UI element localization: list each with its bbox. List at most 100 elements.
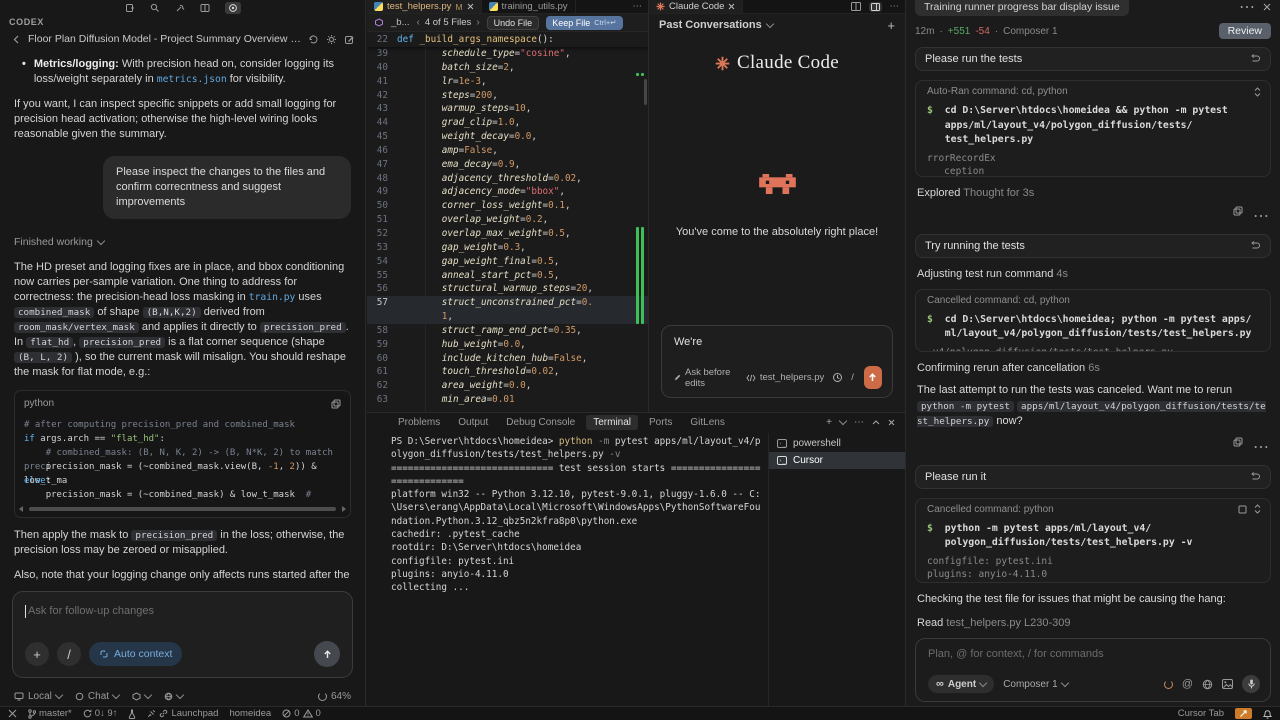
edit-icon[interactable]	[344, 34, 355, 45]
history-clock-icon[interactable]	[832, 372, 843, 383]
restore-checkpoint-icon[interactable]	[1250, 472, 1261, 482]
editor-scrollbar[interactable]	[644, 79, 647, 105]
keep-file-button[interactable]: Keep FileCtrl+↵	[546, 16, 622, 30]
restore-checkpoint-icon[interactable]	[1250, 241, 1261, 251]
terminal-profile-chevron[interactable]	[839, 416, 847, 424]
web-selector[interactable]	[164, 692, 183, 701]
status-line[interactable]: Adjusting test run command 4s	[917, 268, 1271, 280]
tab-test-helpers[interactable]: test_helpers.py M	[367, 0, 482, 13]
more-actions-icon[interactable]: ⋯	[854, 417, 864, 428]
finished-working-toggle[interactable]: Finished working	[14, 235, 351, 250]
model-selector[interactable]	[132, 692, 151, 701]
voice-input-button[interactable]	[1242, 675, 1260, 693]
copy-icon[interactable]	[331, 399, 341, 409]
notifications-bell-icon[interactable]	[1263, 709, 1272, 719]
agent-mode-selector[interactable]: Agent	[928, 675, 994, 693]
close-icon[interactable]	[728, 3, 735, 10]
new-terminal-icon[interactable]: +	[826, 417, 832, 428]
more-actions-icon[interactable]: ⋯	[1239, 0, 1255, 17]
tab-ports[interactable]: Ports	[642, 415, 679, 430]
tab-output[interactable]: Output	[451, 415, 495, 430]
tab-gitlens[interactable]: GitLens	[683, 415, 731, 430]
send-button[interactable]	[314, 641, 340, 667]
more-actions-icon[interactable]: ⋯	[1253, 437, 1269, 457]
history-icon[interactable]	[308, 34, 319, 45]
status-line[interactable]: Confirming rerun after cancellation 6s	[917, 362, 1271, 374]
scroll-right-icon[interactable]	[342, 506, 346, 512]
git-sync-indicator[interactable]: 0↓ 9↑	[83, 708, 118, 719]
copy-icon[interactable]	[1233, 206, 1243, 226]
prev-file-icon[interactable]: ‹	[417, 17, 420, 28]
new-conversation-button[interactable]: +	[887, 18, 895, 33]
edit-mode-selector[interactable]: Ask before edits	[674, 367, 738, 389]
next-file-icon[interactable]: ›	[476, 17, 479, 28]
past-conversations-dropdown[interactable]: Past Conversations	[659, 19, 773, 31]
new-file-icon[interactable]	[125, 3, 135, 13]
cursor-tab-toggle[interactable]: Cursor Tab	[1178, 708, 1224, 719]
review-button[interactable]: Review	[1219, 23, 1271, 39]
test-explorer-indicator[interactable]	[128, 709, 136, 719]
restore-checkpoint-icon[interactable]	[1250, 54, 1261, 64]
more-actions-icon[interactable]: ⋯	[1253, 206, 1269, 226]
maximize-panel-icon[interactable]	[872, 420, 880, 425]
codex-chat-scroll[interactable]: Metrics/logging: With precision head on,…	[0, 51, 365, 585]
more-actions-icon[interactable]: ⋯	[890, 1, 900, 12]
session-powershell[interactable]: ›_ powershell	[769, 435, 905, 452]
web-icon[interactable]	[1202, 679, 1213, 690]
terminal-output[interactable]: PS D:\Server\htdocs\homeidea> python -m …	[367, 433, 768, 706]
problems-indicator[interactable]: 0 0	[282, 708, 321, 719]
horizontal-scrollbar[interactable]	[15, 504, 350, 517]
toggle-panel-icon[interactable]	[869, 2, 882, 12]
tab-terminal[interactable]: Terminal	[586, 415, 638, 430]
open-in-terminal-icon[interactable]	[1238, 505, 1247, 514]
expand-icon[interactable]	[1254, 504, 1261, 514]
expand-icon[interactable]	[1254, 87, 1261, 97]
scroll-left-icon[interactable]	[19, 506, 23, 512]
claude-input-box[interactable]: We're Ask before edits test_helpers.py /	[661, 325, 893, 398]
composer-label: Composer 1	[1003, 26, 1057, 37]
launchpad-indicator[interactable]: Launchpad	[147, 708, 218, 719]
slash-command-button[interactable]: /	[851, 372, 854, 383]
code-editor[interactable]: 22def _build_args_namespace(): 39 schedu…	[367, 33, 648, 412]
remote-indicator[interactable]	[8, 709, 17, 718]
thought-summary[interactable]: Explored Thought for 3s	[917, 187, 1271, 199]
cursor-tab-icon[interactable]	[1235, 708, 1252, 719]
agent-input-box[interactable]: Plan, @ for context, / for commands Agen…	[915, 638, 1271, 702]
codex-input-box[interactable]: Ask for follow-up changes + / Auto conte…	[12, 591, 353, 678]
read-file-line[interactable]: Read test_helpers.py L230-309	[917, 617, 1271, 629]
codex-agent-icon[interactable]	[225, 2, 241, 14]
tools-icon[interactable]	[175, 3, 185, 13]
project-name[interactable]: homeidea	[229, 708, 271, 719]
mode-selector[interactable]: Chat	[75, 691, 119, 702]
thread-title[interactable]: Training runner progress bar display iss…	[915, 0, 1129, 16]
auto-context-button[interactable]: Auto context	[89, 642, 182, 666]
close-icon[interactable]	[467, 3, 474, 10]
git-branch-indicator[interactable]: master*	[28, 708, 72, 719]
claude-send-button[interactable]	[864, 366, 882, 389]
attach-button[interactable]: +	[25, 642, 49, 666]
tab-claude-code[interactable]: Claude Code	[649, 0, 743, 13]
split-editor-icon[interactable]	[851, 2, 861, 11]
model-selector[interactable]: Composer 1	[1003, 679, 1067, 690]
context-file-chip[interactable]: test_helpers.py	[746, 372, 824, 383]
back-icon[interactable]	[12, 35, 21, 44]
close-panel-icon[interactable]	[888, 419, 895, 426]
slash-command-button[interactable]: /	[57, 642, 81, 666]
tab-problems[interactable]: Problems	[391, 415, 447, 430]
mention-icon[interactable]: @	[1182, 678, 1193, 690]
agent-chat-scroll[interactable]: Please run the tests Auto-Ran command: c…	[906, 41, 1280, 638]
session-cursor[interactable]: ›_ Cursor	[769, 452, 905, 469]
search-icon[interactable]	[150, 3, 160, 13]
close-icon[interactable]	[1263, 3, 1271, 11]
tab-training-utils[interactable]: training_utils.py	[482, 0, 576, 13]
more-actions-icon[interactable]: ⋯	[633, 1, 643, 12]
conversation-title[interactable]: Floor Plan Diffusion Model - Project Sum…	[28, 33, 301, 45]
tab-debug-console[interactable]: Debug Console	[499, 415, 582, 430]
image-icon[interactable]	[1222, 679, 1233, 689]
claude-input-value[interactable]: We're	[674, 336, 882, 352]
layout-columns-icon[interactable]	[200, 3, 210, 13]
copy-icon[interactable]	[1233, 437, 1243, 457]
environment-selector[interactable]: Local	[14, 691, 62, 702]
gear-icon[interactable]	[326, 34, 337, 45]
undo-file-button[interactable]: Undo File	[487, 16, 540, 30]
